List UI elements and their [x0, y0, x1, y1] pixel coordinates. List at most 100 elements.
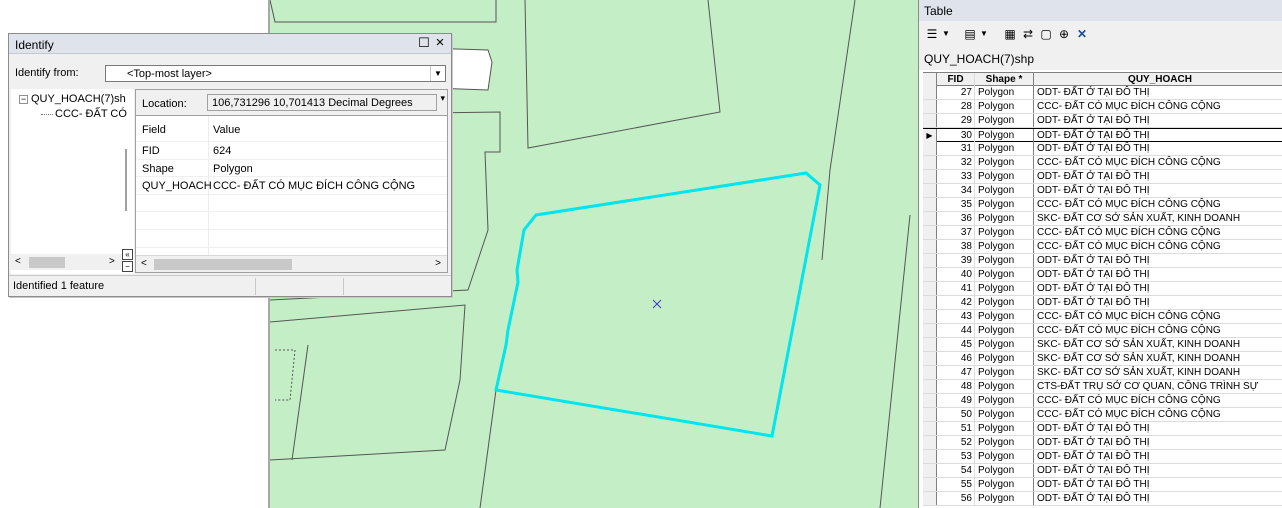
row-selector[interactable] [923, 198, 937, 211]
table-row[interactable]: 33 Polygon ODT- ĐẤT Ở TẠI ĐÔ THỊ [923, 170, 1282, 184]
table-row[interactable]: 39 Polygon ODT- ĐẤT Ở TẠI ĐÔ THỊ [923, 254, 1282, 268]
table-row[interactable]: 27 Polygon ODT- ĐẤT Ở TẠI ĐÔ THỊ [923, 86, 1282, 100]
table-row[interactable]: 50 Polygon CCC- ĐẤT CÓ MỤC ĐÍCH CÔNG CỘNG [923, 408, 1282, 422]
row-selector[interactable] [923, 338, 937, 351]
attribute-row[interactable]: QUY_HOACH CCC- ĐẤT CÓ MỤC ĐÍCH CÔNG CỘNG [136, 177, 447, 195]
row-selector[interactable] [923, 464, 937, 477]
select-by-attributes-icon[interactable]: ▦ [1003, 27, 1017, 41]
table-row[interactable]: 54 Polygon ODT- ĐẤT Ở TẠI ĐÔ THỊ [923, 464, 1282, 478]
close-icon[interactable]: × [433, 35, 447, 50]
column-header-shape[interactable]: Shape * [975, 73, 1034, 86]
chevron-down-icon[interactable]: ▼ [977, 27, 991, 41]
minus-icon[interactable]: − [122, 261, 133, 272]
scroll-left-icon[interactable]: < [141, 258, 147, 269]
delete-selected-icon[interactable]: ✕ [1075, 27, 1089, 41]
row-selector[interactable] [923, 170, 937, 183]
tree-item-feature[interactable]: CCC- ĐẤT CÓ [41, 108, 127, 120]
table-row[interactable]: 43 Polygon CCC- ĐẤT CÓ MỤC ĐÍCH CÔNG CỘNG [923, 310, 1282, 324]
table-row[interactable]: 46 Polygon SKC- ĐẤT CƠ SỞ SẢN XUẤT, KINH D… [923, 352, 1282, 366]
current-row-icon[interactable]: ▶ [923, 129, 937, 142]
table-row[interactable]: 41 Polygon ODT- ĐẤT Ở TẠI ĐÔ THỊ [923, 282, 1282, 296]
row-selector[interactable] [923, 492, 937, 505]
scroll-right-icon[interactable]: > [435, 258, 441, 269]
table-row[interactable]: 55 Polygon ODT- ĐẤT Ở TẠI ĐÔ THỊ [923, 478, 1282, 492]
table-row[interactable]: 35 Polygon CCC- ĐẤT CÓ MỤC ĐÍCH CÔNG CỘNG [923, 198, 1282, 212]
row-selector[interactable] [923, 366, 937, 379]
switch-selection-icon[interactable]: ⇄ [1021, 27, 1035, 41]
scroll-right-icon[interactable]: > [109, 256, 115, 267]
location-options-icon[interactable]: ▾ [440, 93, 445, 104]
row-selector[interactable] [923, 450, 937, 463]
maximize-icon[interactable]: ☐ [417, 36, 431, 50]
row-selector[interactable] [923, 86, 937, 99]
table-row[interactable]: 42 Polygon ODT- ĐẤT Ở TẠI ĐÔ THỊ [923, 296, 1282, 310]
tree-item-layer[interactable]: − QUY_HOACH(7)sh [19, 93, 126, 105]
table-row[interactable]: 29 Polygon ODT- ĐẤT Ở TẠI ĐÔ THỊ [923, 114, 1282, 128]
row-selector[interactable] [923, 394, 937, 407]
table-row[interactable]: 45 Polygon SKC- ĐẤT CƠ SỞ SẢN XUẤT, KINH D… [923, 338, 1282, 352]
row-selector[interactable] [923, 142, 937, 155]
row-selector[interactable] [923, 436, 937, 449]
related-tables-icon[interactable]: ▤ [963, 27, 977, 41]
zoom-to-selected-icon[interactable]: ⊕ [1057, 27, 1071, 41]
splitter[interactable] [125, 149, 127, 211]
row-selector[interactable] [923, 184, 937, 197]
table-row[interactable]: 44 Polygon CCC- ĐẤT CÓ MỤC ĐÍCH CÔNG CỘNG [923, 324, 1282, 338]
chevron-down-icon[interactable]: ▼ [430, 66, 445, 81]
row-selector[interactable] [923, 296, 937, 309]
clear-selection-icon[interactable]: ▢ [1039, 27, 1053, 41]
table-row[interactable]: 28 Polygon CCC- ĐẤT CÓ MỤC ĐÍCH CÔNG CỘNG [923, 100, 1282, 114]
row-selector[interactable] [923, 156, 937, 169]
row-selector-header[interactable] [923, 73, 937, 86]
collapse-panel-icon[interactable]: « [122, 249, 133, 260]
row-selector[interactable] [923, 114, 937, 127]
table-row[interactable]: 34 Polygon ODT- ĐẤT Ở TẠI ĐÔ THỊ [923, 184, 1282, 198]
table-options-icon[interactable]: ☰ [925, 27, 939, 41]
table-row[interactable]: 56 Polygon ODT- ĐẤT Ở TẠI ĐÔ THỊ [923, 492, 1282, 506]
identify-results-tree[interactable]: − QUY_HOACH(7)sh CCC- ĐẤT CÓ [11, 89, 134, 274]
attribute-table-window[interactable]: Table ☰ ▼ ▤ ▼ ▦ ⇄ ▢ ⊕ ✕ QUY_HOACH(7)shp … [918, 0, 1282, 508]
row-selector[interactable] [923, 422, 937, 435]
row-selector[interactable] [923, 380, 937, 393]
table-row[interactable]: 40 Polygon ODT- ĐẤT Ở TẠI ĐÔ THỊ [923, 268, 1282, 282]
table-row[interactable]: 53 Polygon ODT- ĐẤT Ở TẠI ĐÔ THỊ [923, 450, 1282, 464]
tree-horizontal-scrollbar[interactable]: < > [11, 254, 125, 270]
table-titlebar[interactable]: Table [919, 0, 1282, 21]
table-row[interactable]: 51 Polygon ODT- ĐẤT Ở TẠI ĐÔ THỊ [923, 422, 1282, 436]
row-selector[interactable] [923, 268, 937, 281]
scroll-thumb[interactable] [154, 259, 292, 270]
identify-titlebar[interactable]: Identify ☐ × [9, 34, 451, 54]
scroll-left-icon[interactable]: < [15, 256, 21, 267]
table-row[interactable]: 31 Polygon ODT- ĐẤT Ở TẠI ĐÔ THỊ [923, 142, 1282, 156]
scroll-thumb[interactable] [29, 257, 65, 268]
row-selector[interactable] [923, 212, 937, 225]
chevron-down-icon[interactable]: ▼ [939, 27, 953, 41]
row-selector[interactable] [923, 310, 937, 323]
collapse-icon[interactable]: − [19, 94, 28, 104]
identify-from-dropdown[interactable]: <Top-most layer> ▼ [105, 65, 446, 82]
table-row[interactable]: 32 Polygon CCC- ĐẤT CÓ MỤC ĐÍCH CÔNG CỘNG [923, 156, 1282, 170]
table-row[interactable]: 47 Polygon SKC- ĐẤT CƠ SỞ SẢN XUẤT, KINH D… [923, 366, 1282, 380]
table-row[interactable]: 49 Polygon CCC- ĐẤT CÓ MỤC ĐÍCH CÔNG CỘNG [923, 394, 1282, 408]
row-selector[interactable] [923, 282, 937, 295]
row-selector[interactable] [923, 240, 937, 253]
detail-horizontal-scrollbar[interactable]: < > [136, 255, 447, 272]
attribute-row[interactable]: FID 624 [136, 142, 447, 160]
row-selector[interactable] [923, 352, 937, 365]
table-row[interactable]: ▶ 30 Polygon ODT- ĐẤT Ở TẠI ĐÔ THỊ [923, 128, 1282, 142]
table-row[interactable]: 36 Polygon SKC- ĐẤT CƠ SỞ SẢN XUẤT, KINH D… [923, 212, 1282, 226]
column-header-quy-hoach[interactable]: QUY_HOACH [1035, 73, 1282, 86]
row-selector[interactable] [923, 100, 937, 113]
attribute-row[interactable]: Shape Polygon [136, 160, 447, 178]
column-header-fid[interactable]: FID [937, 73, 975, 86]
row-selector[interactable] [923, 226, 937, 239]
row-selector[interactable] [923, 478, 937, 491]
identify-window[interactable]: Identify ☐ × Identify from: <Top-most la… [8, 33, 452, 297]
row-selector[interactable] [923, 254, 937, 267]
location-field[interactable]: 106,731296 10,701413 Decimal Degrees [207, 94, 437, 111]
table-row[interactable]: 48 Polygon CTS-ĐẤT TRỤ SỞ CƠ QUAN, CÔNG TR… [923, 380, 1282, 394]
table-row[interactable]: 52 Polygon ODT- ĐẤT Ở TẠI ĐÔ THỊ [923, 436, 1282, 450]
row-selector[interactable] [923, 324, 937, 337]
table-row[interactable]: 37 Polygon CCC- ĐẤT CÓ MỤC ĐÍCH CÔNG CỘNG [923, 226, 1282, 240]
row-selector[interactable] [923, 408, 937, 421]
